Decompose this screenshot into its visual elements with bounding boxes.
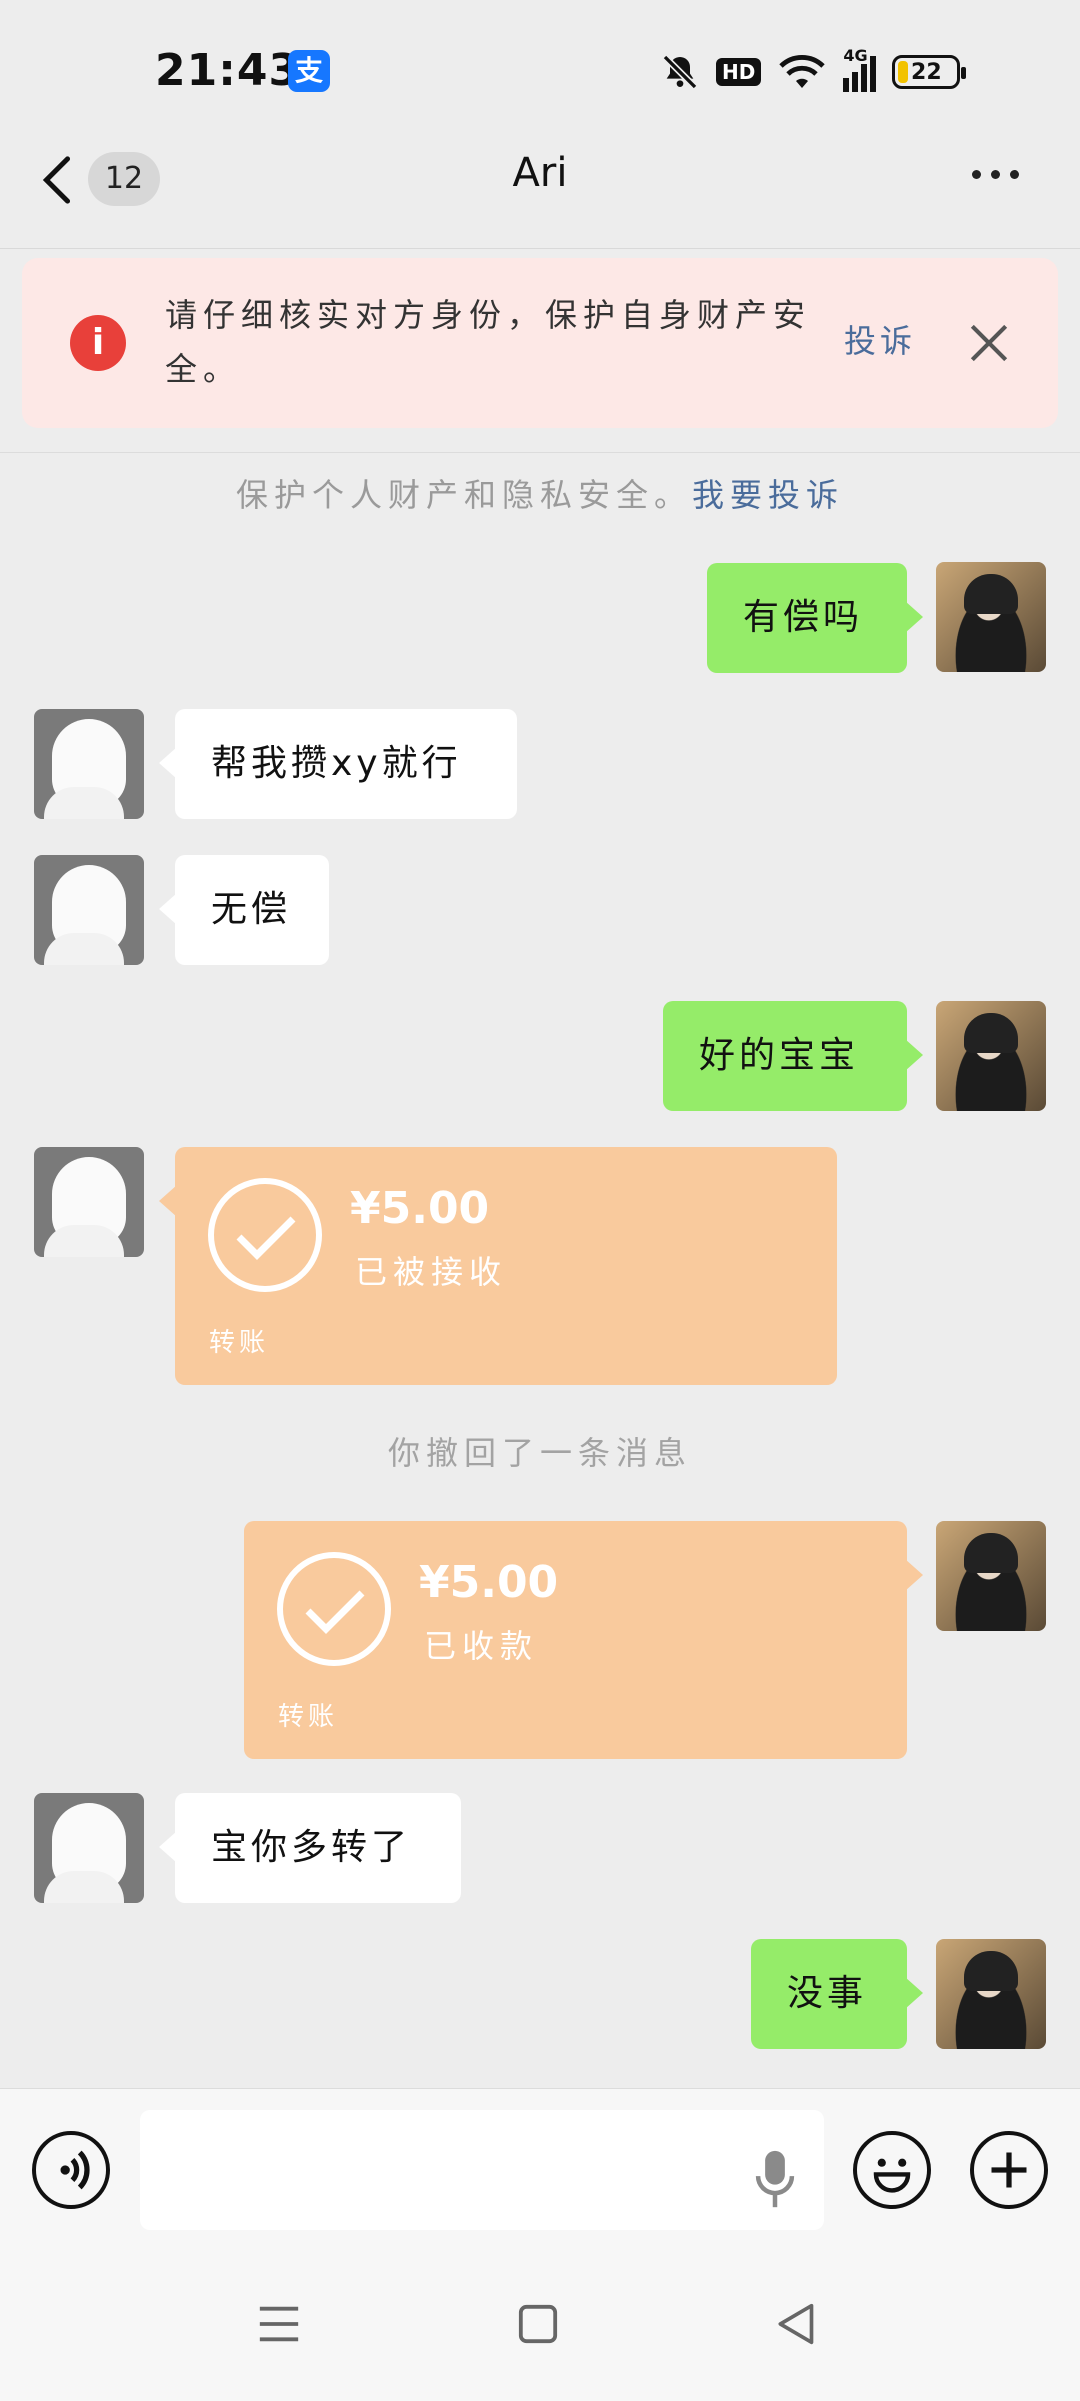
my-avatar[interactable] <box>936 1001 1046 1111</box>
voice-mode-icon[interactable] <box>32 2131 110 2209</box>
microphone-icon[interactable] <box>752 2148 798 2210</box>
my-avatar[interactable] <box>936 1939 1046 2049</box>
report-link[interactable]: 投诉 <box>844 316 916 362</box>
divider <box>0 452 1080 453</box>
add-attachment-icon[interactable] <box>970 2131 1048 2209</box>
my-avatar[interactable] <box>936 562 1046 672</box>
status-icons: HD 4G 22 <box>660 46 967 96</box>
transfer-amount: ¥5.00 <box>419 1557 559 1608</box>
contact-avatar[interactable] <box>34 855 144 965</box>
transfer-status: 已收款 <box>424 1627 539 1665</box>
emoji-icon[interactable] <box>853 2131 931 2209</box>
transfer-card[interactable]: ¥5.00 已收款 转账 <box>244 1521 923 1759</box>
4g-signal-icon: 4G <box>843 46 877 92</box>
complaint-link[interactable]: 我要投诉 <box>692 476 844 514</box>
menu-icon[interactable] <box>256 2302 302 2346</box>
check-circle-icon <box>277 1552 391 1666</box>
check-circle-icon <box>208 1178 322 1292</box>
wifi-icon <box>779 55 826 88</box>
message-input[interactable] <box>140 2110 824 2230</box>
battery-level: 22 <box>911 59 942 85</box>
message-bubble-received[interactable]: 无偿 <box>159 855 329 965</box>
info-icon: i <box>70 315 126 371</box>
message-bubble-received[interactable]: 宝你多转了 <box>159 1793 461 1903</box>
transfer-card[interactable]: ¥5.00 已被接收 转账 <box>159 1147 837 1385</box>
status-time: 21:43 <box>155 45 301 96</box>
transfer-label: 转账 <box>209 1328 270 1358</box>
back-nav-icon[interactable] <box>774 2302 816 2346</box>
transfer-status: 已被接收 <box>355 1253 508 1291</box>
more-options-icon[interactable] <box>972 170 1019 179</box>
contact-avatar[interactable] <box>34 1793 144 1903</box>
chat-title: Ari <box>512 150 568 196</box>
contact-avatar[interactable] <box>34 709 144 819</box>
message-bubble-sent[interactable]: 好的宝宝 <box>663 1001 923 1111</box>
message-bubble-sent[interactable]: 有偿吗 <box>707 563 923 673</box>
message-bubble-received[interactable]: 帮我攒xy就行 <box>159 709 517 819</box>
warning-text: 请仔细核实对方身份，保护自身财产安全。 <box>165 296 812 388</box>
message-bubble-sent[interactable]: 没事 <box>751 1939 923 2049</box>
home-icon[interactable] <box>517 2303 559 2345</box>
battery-icon: 22 <box>892 55 967 89</box>
transfer-label: 转账 <box>278 1702 339 1732</box>
transfer-amount: ¥5.00 <box>350 1183 490 1234</box>
system-message: 你撤回了一条消息 <box>387 1434 692 1472</box>
alipay-icon: 支 <box>288 50 330 92</box>
safety-notice-text: 保护个人财产和隐私安全。 <box>235 476 692 514</box>
close-icon[interactable] <box>964 318 1014 368</box>
safety-notice: 保护个人财产和隐私安全。我要投诉 <box>0 470 1080 516</box>
hd-icon: HD <box>716 58 762 86</box>
contact-avatar[interactable] <box>34 1147 144 1257</box>
my-avatar[interactable] <box>936 1521 1046 1631</box>
mute-bell-icon <box>662 54 698 90</box>
